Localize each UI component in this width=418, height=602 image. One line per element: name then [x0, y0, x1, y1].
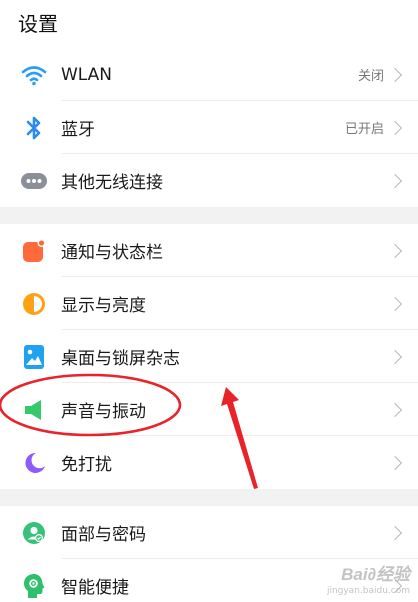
- settings-item-label: 桌面与锁屏杂志: [61, 349, 180, 369]
- chevron-right-icon: [387, 296, 403, 311]
- settings-item-bluetooth[interactable]: 蓝牙 已开启: [0, 101, 418, 154]
- chevron-right-icon: [387, 173, 403, 188]
- notification-icon: [21, 238, 47, 264]
- chevron-right-icon: [387, 578, 403, 593]
- settings-group-connectivity: WLAN 关闭 蓝牙 已开启 其他无线连接: [0, 48, 418, 207]
- settings-item-label: 免打扰: [61, 455, 112, 475]
- settings-group-security: 面部与密码 智能便捷: [0, 506, 418, 602]
- chevron-right-icon: [387, 349, 403, 364]
- page-title: 设置: [18, 12, 58, 36]
- settings-item-other-wireless[interactable]: 其他无线连接: [0, 154, 418, 207]
- face-id-icon: [21, 520, 47, 546]
- settings-item-desktop-lockscreen[interactable]: 桌面与锁屏杂志: [0, 330, 418, 383]
- smart-assist-icon: [21, 573, 47, 599]
- speaker-icon: [21, 397, 47, 423]
- settings-item-label: 智能便捷: [61, 578, 129, 598]
- section-gap: [0, 489, 418, 506]
- bluetooth-status: 已开启: [344, 122, 384, 137]
- chevron-right-icon: [387, 402, 403, 417]
- display-brightness-icon: [21, 291, 47, 317]
- wallpaper-icon: [21, 344, 47, 370]
- settings-item-label: WLAN: [61, 64, 113, 85]
- chevron-right-icon: [387, 67, 403, 82]
- chevron-right-icon: [387, 120, 403, 135]
- section-gap: [0, 207, 418, 224]
- settings-item-do-not-disturb[interactable]: 免打扰: [0, 436, 418, 489]
- wifi-icon: [21, 62, 47, 88]
- settings-item-face-password[interactable]: 面部与密码: [0, 506, 418, 559]
- wlan-status: 关闭: [357, 69, 384, 84]
- settings-item-smart-convenience[interactable]: 智能便捷: [0, 559, 418, 602]
- settings-item-label: 蓝牙: [61, 120, 95, 140]
- chevron-right-icon: [387, 525, 403, 540]
- settings-item-label: 声音与振动: [61, 402, 146, 422]
- settings-item-label: 面部与密码: [61, 525, 146, 545]
- more-connections-icon: [21, 168, 47, 194]
- settings-item-display-brightness[interactable]: 显示与亮度: [0, 277, 418, 330]
- chevron-right-icon: [387, 243, 403, 258]
- settings-group-display-sound: 通知与状态栏 显示与亮度 桌面与锁屏杂志 声音与振动 免打扰: [0, 224, 418, 489]
- settings-item-label: 通知与状态栏: [61, 243, 163, 263]
- page-header: 设置: [0, 0, 418, 48]
- moon-icon: [21, 450, 47, 476]
- bluetooth-icon: [21, 115, 47, 141]
- settings-item-sound-vibration[interactable]: 声音与振动: [0, 383, 418, 436]
- settings-item-notifications[interactable]: 通知与状态栏: [0, 224, 418, 277]
- settings-item-label: 其他无线连接: [61, 173, 163, 193]
- settings-item-wlan[interactable]: WLAN 关闭: [0, 48, 418, 101]
- settings-item-label: 显示与亮度: [61, 296, 146, 316]
- chevron-right-icon: [387, 455, 403, 470]
